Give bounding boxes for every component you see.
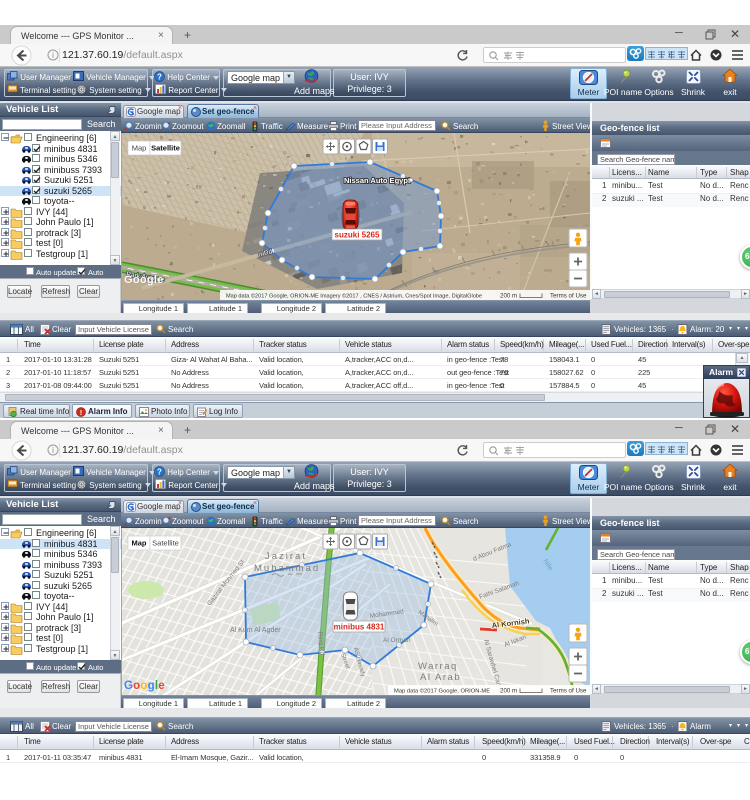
svg-text:Al Arab: Al Arab xyxy=(420,672,461,683)
svg-text:Warraq: Warraq xyxy=(418,661,458,672)
svg-text:Terms of Use: Terms of Use xyxy=(550,688,587,695)
svg-text:Al Kum Al Agder: Al Kum Al Agder xyxy=(230,627,281,634)
svg-text:Satellite: Satellite xyxy=(151,144,180,153)
svg-text:Map data ©2017 Google, ORION-M: Map data ©2017 Google, ORION-ME xyxy=(394,687,490,694)
svg-text:Terms of Use: Terms of Use xyxy=(550,293,587,300)
svg-text:Jazirat: Jazirat xyxy=(265,551,307,562)
svg-text:i: i xyxy=(52,446,54,455)
svg-text:Muhammad: Muhammad xyxy=(254,563,320,574)
svg-text:200 m: 200 m xyxy=(500,688,517,695)
svg-text:Al Orman: Al Orman xyxy=(383,637,411,644)
svg-text:Satellite: Satellite xyxy=(152,539,179,548)
svg-text:Nissan Auto Egypt: Nissan Auto Egypt xyxy=(344,176,411,185)
svg-text:200 m: 200 m xyxy=(500,293,517,300)
svg-text:suzuki 5265: suzuki 5265 xyxy=(335,231,380,240)
svg-text:minibus 4831: minibus 4831 xyxy=(334,623,385,632)
svg-text:?: ? xyxy=(157,468,162,477)
svg-text:Google: Google xyxy=(124,680,165,692)
svg-text:!: ! xyxy=(80,408,83,417)
svg-text:Map: Map xyxy=(132,144,147,153)
svg-text:Google: Google xyxy=(124,274,164,286)
svg-text:i: i xyxy=(52,51,54,60)
svg-text:Map: Map xyxy=(132,539,147,548)
svg-text:Map data ©2017 Google, ORION-M: Map data ©2017 Google, ORION-ME Imagery … xyxy=(226,292,482,299)
svg-text:?: ? xyxy=(157,73,162,82)
